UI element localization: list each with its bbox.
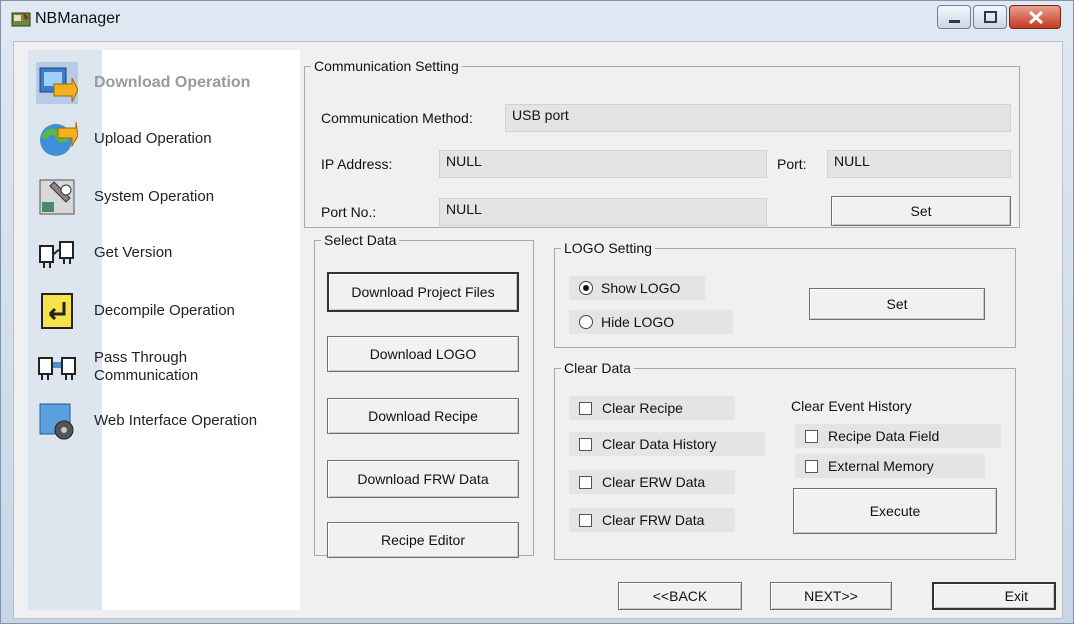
select-data-group: Select Data Download Project Files Downl… — [314, 232, 534, 558]
sidebar: Download Operation Upload Operation Syst… — [28, 50, 300, 610]
clear-data-group: Clear Data Clear Recipe Clear Data Histo… — [554, 360, 1016, 560]
ip-address-field[interactable]: NULL — [439, 150, 767, 178]
checkbox-box — [579, 401, 592, 415]
checkbox-box — [579, 437, 592, 451]
next-button[interactable]: NEXT>> — [770, 582, 892, 610]
clear-erw-data-checkbox[interactable]: Clear ERW Data — [569, 470, 735, 494]
show-logo-radio[interactable]: Show LOGO — [569, 276, 705, 300]
close-icon — [1028, 10, 1044, 25]
web-interface-icon — [39, 403, 74, 440]
checkbox-box — [579, 475, 592, 489]
clear-frw-data-label: Clear FRW Data — [602, 512, 705, 528]
back-button[interactable]: <<BACK — [618, 582, 742, 610]
logo-set-button[interactable]: Set — [809, 288, 985, 320]
sidebar-item-upload-operation[interactable]: Upload Operation — [28, 114, 300, 164]
minimize-button[interactable] — [937, 5, 971, 29]
client-area: Download Operation Upload Operation Syst… — [13, 41, 1063, 619]
version-icon — [39, 241, 74, 268]
window-title: NBManager — [35, 10, 121, 27]
logo-setting-group: LOGO Setting Show LOGO Hide LOGO Set — [554, 240, 1016, 348]
clear-erw-data-label: Clear ERW Data — [602, 474, 706, 490]
maximize-button[interactable] — [973, 5, 1007, 29]
checkbox-box — [579, 513, 592, 527]
hide-logo-label: Hide LOGO — [601, 314, 675, 330]
clear-recipe-label: Clear Recipe — [602, 400, 683, 416]
clear-event-history-label: Clear Event History — [791, 398, 912, 414]
show-logo-label: Show LOGO — [601, 280, 681, 296]
clear-frw-data-checkbox[interactable]: Clear FRW Data — [569, 508, 735, 532]
communication-set-button[interactable]: Set — [831, 196, 1011, 226]
title-bar: NBManager — [1, 1, 1073, 37]
sidebar-item-pass-through-communication[interactable]: Pass Through Communication — [28, 342, 300, 392]
upload-icon — [40, 121, 78, 156]
external-memory-label: External Memory — [828, 458, 934, 474]
download-project-files-button[interactable]: Download Project Files — [327, 272, 519, 312]
sidebar-item-label: Get Version — [94, 244, 173, 261]
sidebar-item-download-operation[interactable]: Download Operation — [28, 58, 300, 108]
checkbox-box — [805, 459, 818, 473]
sidebar-item-label: System Operation — [94, 188, 215, 205]
sidebar-item-web-interface-operation[interactable]: Web Interface Operation — [28, 396, 300, 446]
app-icon — [11, 12, 31, 27]
checkbox-box — [805, 429, 818, 443]
communication-setting-group: Communication Setting Communication Meth… — [304, 58, 1020, 228]
hide-logo-radio[interactable]: Hide LOGO — [569, 310, 733, 334]
recipe-data-field-label: Recipe Data Field — [828, 428, 940, 444]
communication-setting-legend: Communication Setting — [314, 58, 459, 74]
port-no-label: Port No.: — [321, 204, 377, 220]
select-data-legend: Select Data — [324, 232, 397, 248]
sidebar-item-label: Decompile Operation — [94, 302, 235, 319]
communication-method-label: Communication Method: — [321, 110, 473, 126]
recipe-editor-button[interactable]: Recipe Editor — [327, 522, 519, 558]
sidebar-item-get-version[interactable]: Get Version — [28, 228, 300, 278]
pass-through-icon — [38, 357, 76, 380]
sidebar-item-label: Web Interface Operation — [94, 412, 258, 429]
system-icon — [39, 179, 75, 215]
ip-address-label: IP Address: — [321, 156, 393, 172]
sidebar-item-label: Download Operation — [94, 74, 251, 91]
close-button[interactable] — [1009, 5, 1061, 29]
sidebar-item-label: Pass Through Communication — [94, 349, 199, 384]
recipe-data-field-checkbox[interactable]: Recipe Data Field — [795, 424, 1001, 448]
logo-setting-legend: LOGO Setting — [564, 240, 652, 256]
port-field[interactable]: NULL — [827, 150, 1011, 178]
radio-unselected-indicator — [579, 315, 593, 329]
download-frw-data-button[interactable]: Download FRW Data — [327, 460, 519, 498]
external-memory-checkbox[interactable]: External Memory — [795, 454, 985, 478]
execute-button[interactable]: Execute — [793, 488, 997, 534]
maximize-icon — [984, 11, 997, 23]
download-icon — [36, 62, 78, 104]
communication-method-field[interactable]: USB port — [505, 104, 1011, 132]
download-logo-button[interactable]: Download LOGO — [327, 336, 519, 372]
minimize-icon — [949, 20, 960, 23]
radio-selected-indicator — [579, 281, 593, 295]
sidebar-item-decompile-operation[interactable]: Decompile Operation — [28, 286, 300, 336]
sidebar-item-system-operation[interactable]: System Operation — [28, 172, 300, 222]
exit-button[interactable]: Exit — [932, 582, 1056, 610]
port-label: Port: — [777, 156, 807, 172]
decompile-icon — [41, 293, 73, 329]
download-recipe-button[interactable]: Download Recipe — [327, 398, 519, 434]
clear-data-legend: Clear Data — [564, 360, 631, 376]
clear-data-history-checkbox[interactable]: Clear Data History — [569, 432, 765, 456]
clear-data-history-label: Clear Data History — [602, 436, 717, 452]
clear-recipe-checkbox[interactable]: Clear Recipe — [569, 396, 735, 420]
sidebar-item-label: Upload Operation — [94, 130, 212, 147]
app-window: NBManager Download Operation Upload Oper… — [0, 0, 1074, 624]
port-no-field[interactable]: NULL — [439, 198, 767, 226]
